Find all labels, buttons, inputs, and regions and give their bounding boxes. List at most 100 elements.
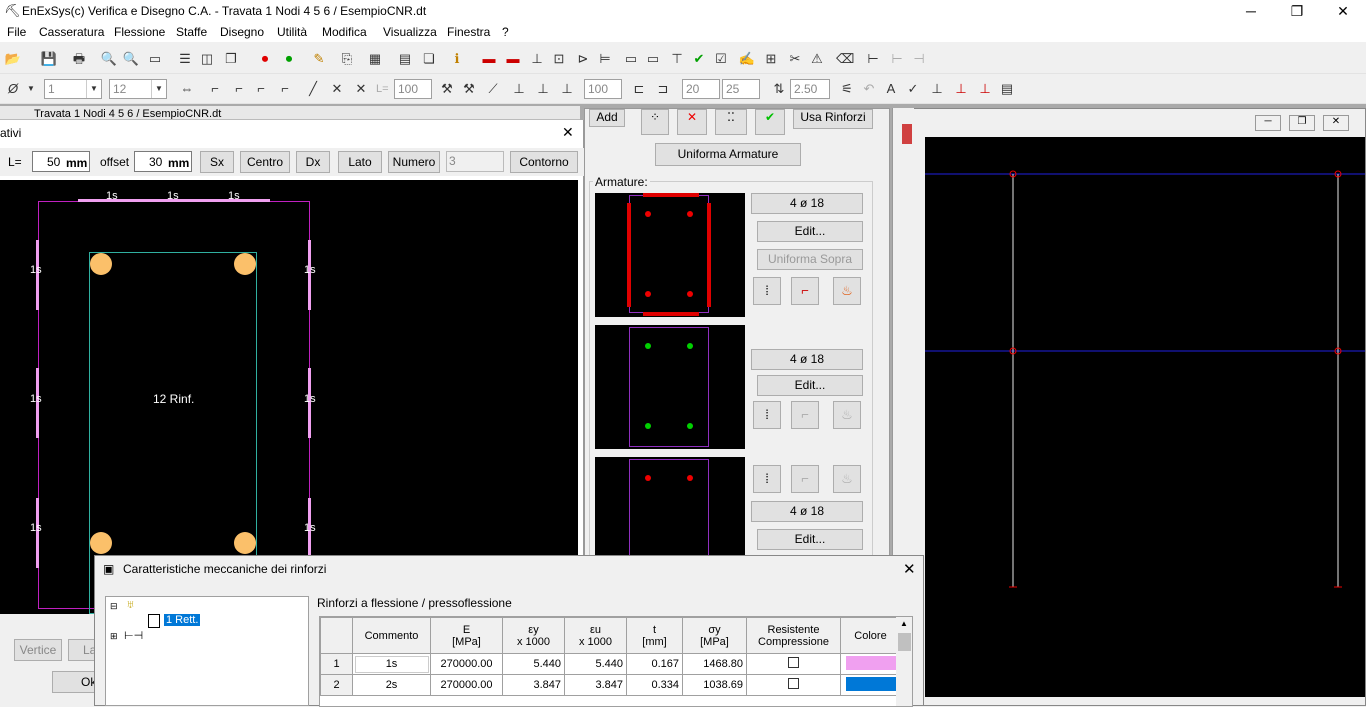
tool-c-icon[interactable]: ⟋ bbox=[484, 80, 502, 98]
section-3-preview[interactable] bbox=[595, 457, 745, 557]
uniforma-sopra-button[interactable]: Uniforma Sopra bbox=[757, 249, 863, 270]
fire-icon[interactable]: ⚠ bbox=[808, 50, 826, 68]
checkbox[interactable] bbox=[788, 678, 799, 689]
zoom-out-icon[interactable]: 🔍 bbox=[122, 50, 140, 68]
color-swatch[interactable] bbox=[845, 655, 896, 670]
section-icon[interactable]: ▭ bbox=[622, 50, 640, 68]
menu-file[interactable]: File bbox=[7, 25, 26, 39]
numero-input[interactable]: 3 bbox=[446, 151, 504, 172]
menu-help[interactable]: ? bbox=[502, 25, 509, 39]
undo-icon[interactable]: ↶ bbox=[860, 80, 878, 98]
tool-d-icon[interactable]: ⊥ bbox=[510, 80, 528, 98]
cell-resistente[interactable] bbox=[746, 653, 841, 675]
tool-f-icon[interactable]: ⊥ bbox=[558, 80, 576, 98]
section-1-tool-b[interactable]: ⌐ bbox=[791, 277, 819, 305]
tool-e-icon[interactable]: ⊥ bbox=[534, 80, 552, 98]
vertical-scrollbar[interactable]: ▲ bbox=[896, 617, 912, 706]
offset-input[interactable]: 30 mm bbox=[134, 151, 192, 172]
section-3-tool-b[interactable]: ⌐ bbox=[791, 465, 819, 493]
split-v-icon[interactable]: ◫ bbox=[198, 50, 216, 68]
cell-commento[interactable]: 1s bbox=[352, 653, 431, 675]
cut-icon[interactable]: ✂ bbox=[786, 50, 804, 68]
tool-box-b[interactable]: ✕ bbox=[677, 109, 707, 135]
properties-grid[interactable]: Commento E [MPa] εy x 1000 εu x 1000 t [… bbox=[319, 616, 913, 707]
numero-button[interactable]: Numero bbox=[388, 151, 440, 173]
section2-icon[interactable]: ▭ bbox=[644, 50, 662, 68]
expand-icon[interactable]: ⊞ bbox=[110, 631, 118, 642]
tool-box-d[interactable]: ✔ bbox=[755, 109, 785, 135]
info-icon[interactable]: ℹ bbox=[448, 50, 466, 68]
minimize-button[interactable]: ─ bbox=[1228, 0, 1274, 22]
tool-i-icon[interactable]: ⇅ bbox=[770, 80, 788, 98]
cell-ey[interactable]: 5.440 bbox=[502, 653, 565, 675]
contorno-button[interactable]: Contorno bbox=[510, 151, 578, 173]
cell-e[interactable]: 270000.00 bbox=[430, 653, 503, 675]
lato-button[interactable]: Lato bbox=[338, 151, 382, 173]
cell-t[interactable]: 0.167 bbox=[626, 653, 683, 675]
chevron-down-icon[interactable]: ▼ bbox=[86, 80, 101, 98]
combo-2[interactable]: 12 ▼ bbox=[109, 79, 167, 99]
arrows-icon[interactable]: ⇔ bbox=[178, 80, 196, 98]
minimize-icon[interactable]: ─ bbox=[1255, 115, 1281, 131]
tool-l-icon[interactable]: ✓ bbox=[904, 80, 922, 98]
section-3-tool-a[interactable]: ⁞ bbox=[753, 465, 781, 493]
reinforcement-tree[interactable]: ⊟ ♅ 1 Rett. ⊞ ⊢⊣ bbox=[105, 596, 309, 706]
field-2[interactable]: 20 bbox=[682, 79, 720, 99]
pencil-icon[interactable]: ✎ bbox=[310, 50, 328, 68]
field-1[interactable]: 100 bbox=[584, 79, 622, 99]
close-icon[interactable]: ✕ bbox=[562, 124, 574, 141]
section-2-tool-a[interactable]: ⁞ bbox=[753, 401, 781, 429]
tool-a-icon[interactable]: ⚒ bbox=[438, 80, 456, 98]
vertice-button[interactable]: Vertice bbox=[14, 639, 62, 661]
sx-button[interactable]: Sx bbox=[200, 151, 234, 173]
layout-icon[interactable]: ▦ bbox=[366, 50, 384, 68]
tool-p-icon[interactable]: ▤ bbox=[998, 80, 1016, 98]
cell-resistente[interactable] bbox=[746, 674, 841, 696]
close-button[interactable]: ✕ bbox=[1320, 0, 1366, 22]
tool-o-icon[interactable]: ⊥ bbox=[976, 80, 994, 98]
windows-icon[interactable]: ❏ bbox=[420, 50, 438, 68]
tool-g-icon[interactable]: ⊏ bbox=[630, 80, 648, 98]
frame-icon[interactable]: ⊞ bbox=[762, 50, 780, 68]
save-icon[interactable]: 💾 bbox=[40, 50, 58, 68]
cell-t[interactable]: 0.334 bbox=[626, 674, 683, 696]
tool-k-icon[interactable]: A bbox=[882, 80, 900, 98]
tool-h-icon[interactable]: ⊐ bbox=[654, 80, 672, 98]
dim3-icon[interactable]: ⊣ bbox=[910, 50, 928, 68]
tool-box-c[interactable]: ⁚⁚ bbox=[715, 109, 747, 135]
hook3-icon[interactable]: ⌐ bbox=[252, 80, 270, 98]
menu-staffe[interactable]: Staffe bbox=[176, 25, 207, 39]
restore-button[interactable]: ❐ bbox=[1274, 0, 1320, 22]
usa-rinforzi-button[interactable]: Usa Rinforzi bbox=[793, 109, 873, 129]
section-1-tool-c[interactable]: ♨ bbox=[833, 277, 861, 305]
section-2-tool-b[interactable]: ⌐ bbox=[791, 401, 819, 429]
tool-n-icon[interactable]: ⊥ bbox=[952, 80, 970, 98]
hook1-icon[interactable]: ⌐ bbox=[206, 80, 224, 98]
color-swatch[interactable] bbox=[845, 676, 896, 691]
stop-icon[interactable]: ⏺ bbox=[256, 50, 274, 68]
menu-utilita[interactable]: Utilità bbox=[277, 25, 307, 39]
tool-j-icon[interactable]: ⚟ bbox=[838, 80, 856, 98]
window2-icon[interactable]: ▤ bbox=[396, 50, 414, 68]
chevron-down-icon[interactable]: ▼ bbox=[151, 80, 166, 98]
beam-icon[interactable]: ▬ bbox=[480, 50, 498, 68]
dim-icon[interactable]: ⊢ bbox=[864, 50, 882, 68]
cell-sy[interactable]: 1468.80 bbox=[682, 653, 747, 675]
hook2-icon[interactable]: ⌐ bbox=[230, 80, 248, 98]
menu-flessione[interactable]: Flessione bbox=[114, 25, 165, 39]
box-icon[interactable]: ⊡ bbox=[550, 50, 568, 68]
close-icon[interactable]: ✕ bbox=[1323, 115, 1349, 131]
draw-icon[interactable]: ✍ bbox=[738, 50, 756, 68]
cell-eu[interactable]: 5.440 bbox=[564, 653, 627, 675]
tree-item-rett[interactable]: 1 Rett. bbox=[164, 614, 201, 626]
menu-visualizza[interactable]: Visualizza bbox=[383, 25, 437, 39]
support-icon[interactable]: ⊳ bbox=[574, 50, 592, 68]
line2-icon[interactable]: ✕ bbox=[328, 80, 346, 98]
combo-1[interactable]: 1 ▼ bbox=[44, 79, 102, 99]
tool-b-icon[interactable]: ⚒ bbox=[460, 80, 478, 98]
table-row[interactable]: 2 2s 270000.00 3.847 3.847 0.334 1038.69 bbox=[320, 674, 901, 696]
page-icon[interactable]: ⎘ bbox=[338, 50, 356, 68]
section-1-preview[interactable] bbox=[595, 193, 745, 317]
cell-colore[interactable] bbox=[840, 674, 901, 696]
scroll-thumb[interactable] bbox=[898, 633, 911, 651]
